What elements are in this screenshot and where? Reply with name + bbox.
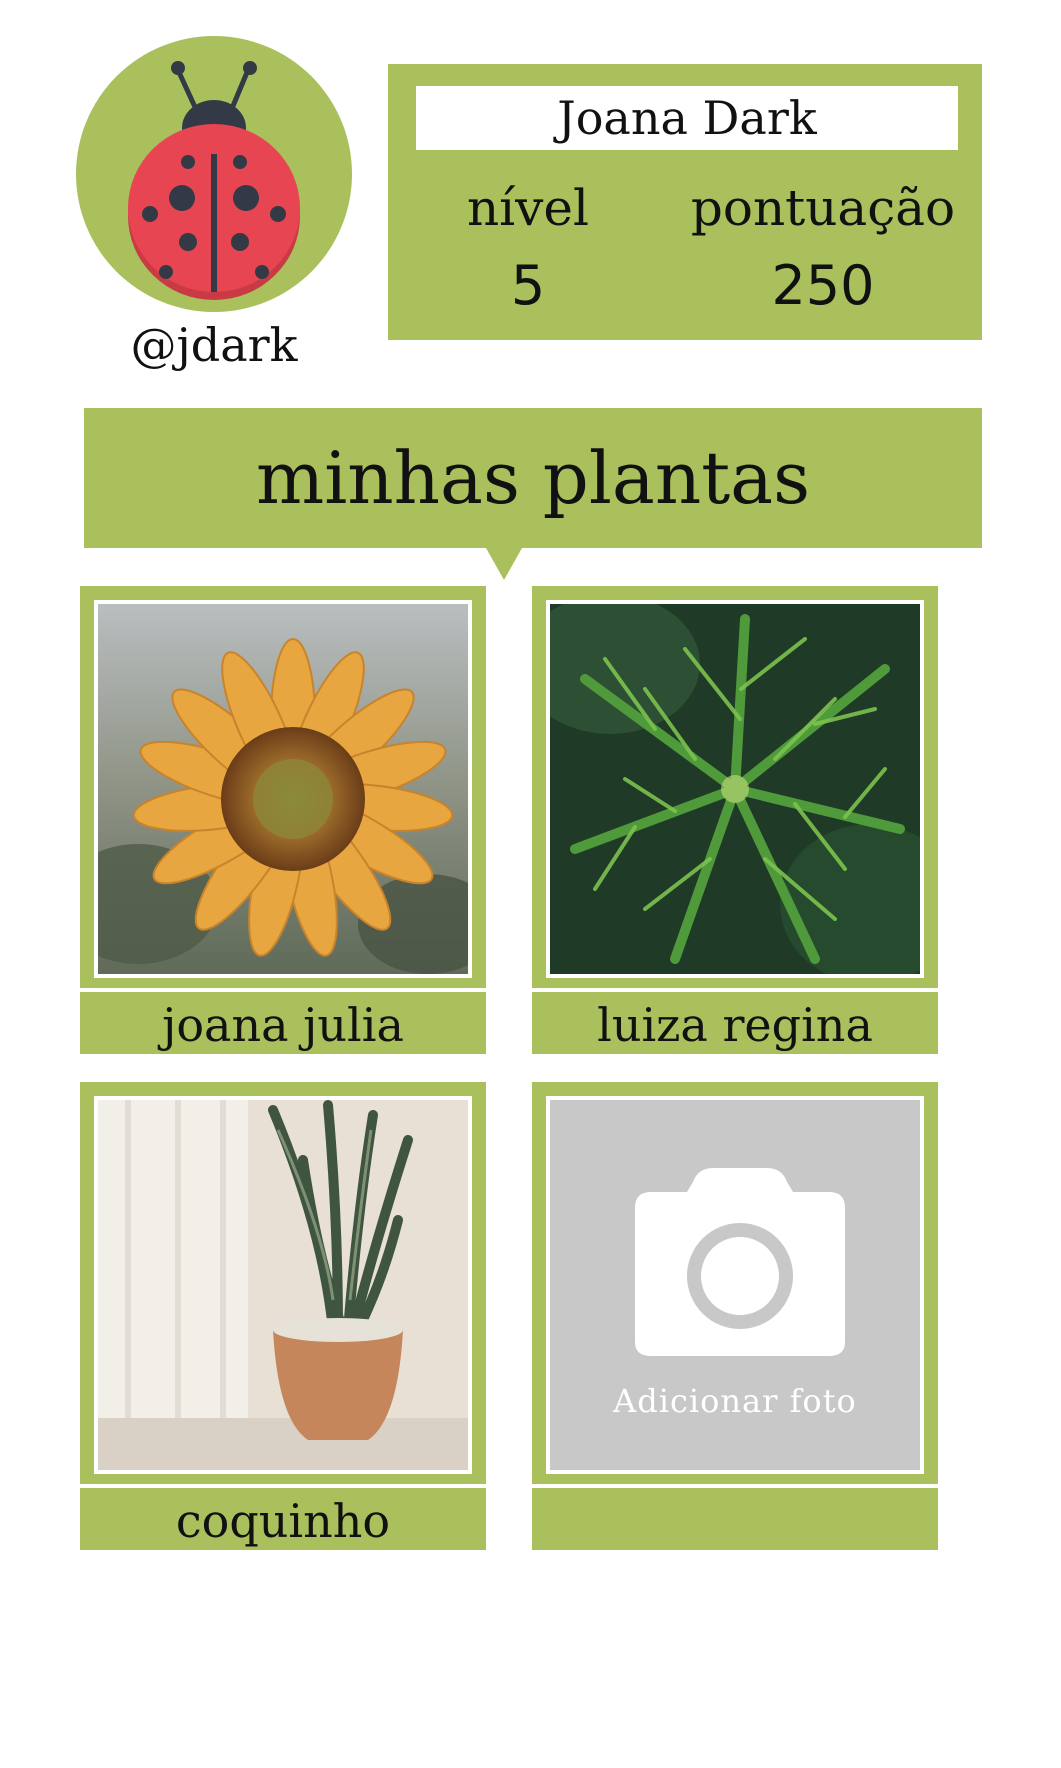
add-card-label bbox=[532, 1484, 938, 1550]
score-label: pontuação bbox=[690, 179, 956, 237]
avatar[interactable] bbox=[76, 36, 352, 312]
palm-leaves-photo[interactable] bbox=[550, 604, 920, 974]
section-title: minhas plantas bbox=[84, 408, 982, 548]
snake-plant-photo[interactable] bbox=[98, 1100, 468, 1470]
plant-card[interactable]: coquinho bbox=[80, 1082, 486, 1550]
user-name: Joana Dark bbox=[416, 86, 958, 150]
plant-photo-frame bbox=[546, 600, 924, 978]
sunflower-photo[interactable] bbox=[98, 604, 468, 974]
score-value: 250 bbox=[771, 254, 875, 317]
add-plant-card[interactable]: Adicionar foto bbox=[532, 1082, 938, 1550]
plant-photo-frame bbox=[94, 600, 472, 978]
plant-card[interactable]: joana julia bbox=[80, 586, 486, 1054]
plant-name: luiza regina bbox=[532, 988, 938, 1054]
profile-info-card: Joana Dark nível pontuação 5 250 bbox=[388, 64, 982, 340]
section-pointer bbox=[486, 548, 522, 580]
user-handle: @jdark bbox=[130, 318, 298, 372]
add-photo-frame: Adicionar foto bbox=[546, 1096, 924, 1474]
camera-icon bbox=[635, 1168, 845, 1356]
add-photo-text: Adicionar foto bbox=[613, 1382, 857, 1420]
level-label: nível bbox=[466, 179, 590, 237]
ladybug-icon bbox=[128, 61, 300, 300]
plant-name: joana julia bbox=[80, 988, 486, 1054]
plant-card[interactable]: luiza regina bbox=[532, 586, 938, 1054]
level-value: 5 bbox=[510, 254, 546, 317]
plant-photo-frame bbox=[94, 1096, 472, 1474]
plant-name: coquinho bbox=[80, 1484, 486, 1550]
add-photo-button[interactable]: Adicionar foto bbox=[550, 1100, 920, 1470]
